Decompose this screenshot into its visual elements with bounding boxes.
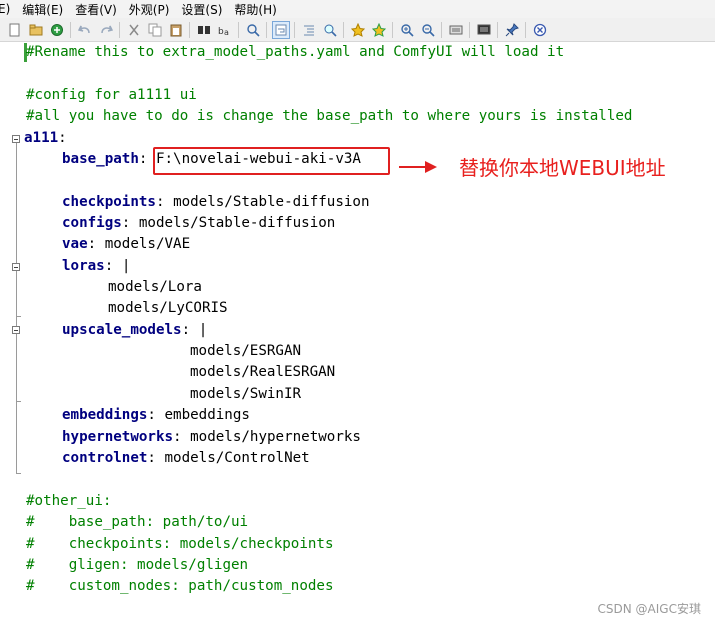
code-line: #Rename this to extra_model_paths.yaml a… [26,44,565,60]
toolbar-separator [497,21,498,38]
yaml-value: models/ControlNet [164,450,310,466]
code-line: vae: models/VAE [62,236,191,252]
code-line: loras: | [62,258,131,274]
code-line: # checkpoints: models/checkpoints [26,536,334,552]
yaml-key: configs [62,215,122,231]
undo-icon[interactable] [77,22,93,38]
yaml-key: a111 [24,130,59,146]
toolbar-separator [294,21,295,38]
new-file-icon[interactable] [7,22,23,38]
code-line: models/LyCORIS [108,300,228,316]
toolbar-separator [266,21,267,38]
yaml-value: models/Stable-diffusion [173,194,370,210]
code-line: # custom_nodes: path/custom_nodes [26,578,334,594]
code-line: # base_path: path/to/ui [26,514,249,530]
indent-icon[interactable] [301,22,317,38]
highlight-box [153,147,390,175]
fold-toggle-icon[interactable] [12,135,20,143]
toolbar-separator [469,21,470,38]
code-line: #other_ui: [26,493,112,509]
annotation-text: 替换你本地WEBUI地址 [459,156,666,180]
close-icon[interactable] [532,22,548,38]
code-line: # gligen: models/gligen [26,557,249,573]
arrow-right-icon [399,161,437,173]
code-line: checkpoints: models/Stable-diffusion [62,194,370,210]
panel-icon[interactable] [448,22,464,38]
yaml-key: checkpoints [62,194,156,210]
open-folder-icon[interactable] [28,22,44,38]
word-wrap-icon[interactable] [271,20,290,39]
menu-file-partial[interactable]: E) [0,2,16,16]
replace-icon[interactable]: ba [217,22,233,38]
fold-toggle-icon[interactable] [12,326,20,334]
code-line: models/RealESRGAN [190,364,336,380]
menu-help[interactable]: 帮助(H) [228,1,282,18]
menu-edit[interactable]: 编辑(E) [16,1,69,18]
svg-text:a: a [224,28,229,37]
yaml-value: | [198,322,208,338]
toolbar-separator [343,21,344,38]
yaml-key: vae [62,236,88,252]
bookmark-all-icon[interactable] [371,22,387,38]
toolbar-separator [392,21,393,38]
code-line: models/Lora [108,279,202,295]
find-icon[interactable] [196,22,212,38]
zoom-in-icon[interactable] [399,22,415,38]
yaml-value: models/hypernetworks [190,429,361,445]
code-line: configs: models/Stable-diffusion [62,215,336,231]
menu-settings[interactable]: 设置(S) [175,1,228,18]
menu-view[interactable]: 查看(V) [69,1,123,18]
yaml-value: embeddings [164,407,250,423]
code-line: controlnet: models/ControlNet [62,450,310,466]
code-editor[interactable]: #Rename this to extra_model_paths.yaml a… [0,42,715,626]
code-line: models/SwinIR [190,386,302,402]
toolbar-separator [238,21,239,38]
fold-end-marker [16,316,21,317]
code-line: upscale_models: | [62,322,208,338]
bookmark-icon[interactable] [350,22,366,38]
code-line: embeddings: embeddings [62,407,250,423]
yaml-value: | [121,258,131,274]
code-line: models/ESRGAN [190,343,302,359]
fold-end-marker [16,401,21,402]
toolbar-separator [119,21,120,38]
yaml-key: hypernetworks [62,429,174,445]
toolbar-separator [441,21,442,38]
cut-icon[interactable] [126,22,142,38]
zoom-find-icon[interactable] [322,22,338,38]
find-in-files-icon[interactable] [245,22,261,38]
zoom-out-icon[interactable] [420,22,436,38]
paste-icon[interactable] [168,22,184,38]
yaml-key: embeddings [62,407,148,423]
yaml-key: upscale_models [62,322,182,338]
pin-icon[interactable] [504,22,520,38]
code-line: a111: [24,128,67,149]
menu-bar: E) 编辑(E) 查看(V) 外观(P) 设置(S) 帮助(H) [0,0,715,18]
fold-line [16,143,17,474]
yaml-key: base_path [62,151,139,167]
yaml-key: controlnet [62,450,148,466]
copy-icon[interactable] [147,22,163,38]
toolbar: ba [0,18,715,42]
yaml-value: models/VAE [104,236,191,252]
fold-end-marker [16,473,21,474]
code-line: hypernetworks: models/hypernetworks [62,429,361,445]
code-line: #all you have to do is change the base_p… [26,108,633,124]
fold-toggle-icon[interactable] [12,263,20,271]
menu-appearance[interactable]: 外观(P) [123,1,176,18]
toolbar-separator [525,21,526,38]
yaml-key: loras [62,258,105,274]
yaml-value: models/Stable-diffusion [138,215,336,231]
redo-icon[interactable] [98,22,114,38]
watermark: CSDN @AIGC安琪 [597,602,701,616]
save-icon[interactable] [49,22,65,38]
toolbar-separator [189,21,190,38]
monitor-icon[interactable] [476,22,492,38]
fold-gutter [0,42,22,626]
code-line: #config for a1111 ui [26,87,197,103]
toolbar-separator [70,21,71,38]
yaml-colon: : [58,130,67,146]
